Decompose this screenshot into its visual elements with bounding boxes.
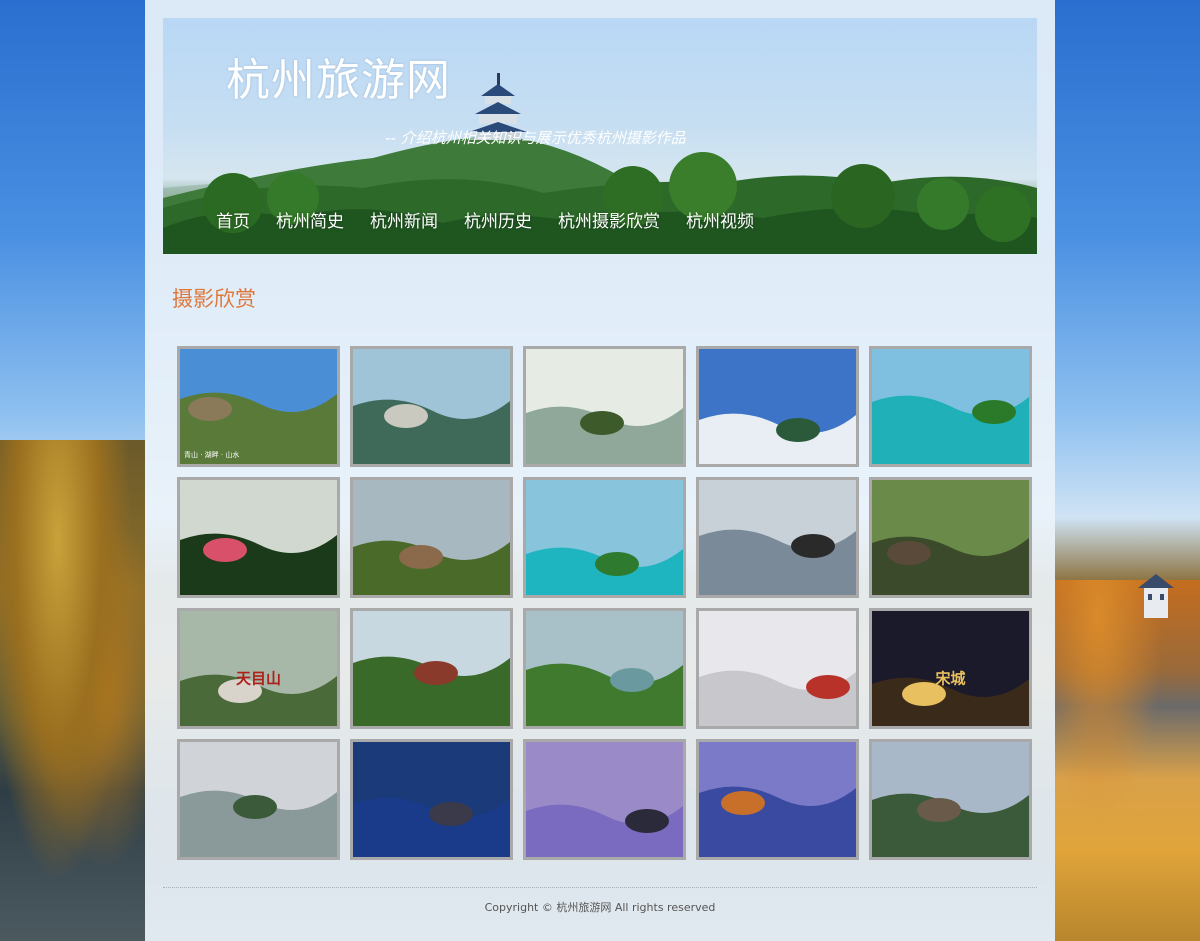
photo-image	[180, 349, 337, 464]
nav-item-history[interactable]: 杭州历史	[451, 207, 545, 232]
photo-thumbnail[interactable]	[523, 739, 686, 860]
footer-divider	[163, 887, 1037, 888]
photo-sign-text: 天目山	[235, 669, 282, 688]
photo-thumbnail[interactable]	[869, 739, 1032, 860]
nav-item-brief-history[interactable]: 杭州简史	[263, 207, 357, 232]
photo-image	[353, 349, 510, 464]
photo-thumbnail[interactable]	[177, 739, 340, 860]
nav-item-home[interactable]: 首页	[203, 207, 263, 232]
photo-image	[699, 349, 856, 464]
photo-thumbnail[interactable]	[523, 608, 686, 729]
photo-thumbnail[interactable]	[869, 477, 1032, 598]
photo-image	[699, 611, 856, 726]
photo-image	[353, 480, 510, 595]
background-left-scenery	[0, 440, 145, 941]
section-title: 摄影欣赏	[172, 287, 256, 311]
photo-sign-text: 宋城	[935, 669, 966, 688]
photo-thumbnail[interactable]	[350, 477, 513, 598]
photo-thumbnail[interactable]	[696, 739, 859, 860]
photo-thumbnail[interactable]	[523, 346, 686, 467]
main-container: 杭州旅游网 -- 介绍杭州相关知识与展示优秀杭州摄影作品 首页 杭州简史 杭州新…	[145, 0, 1055, 941]
footer-copyright: Copyright © 杭州旅游网 All rights reserved	[484, 901, 716, 914]
photo-image	[526, 349, 683, 464]
photo-thumbnail[interactable]	[696, 608, 859, 729]
background-right-scenery	[1055, 580, 1200, 941]
main-nav: 首页 杭州简史 杭州新闻 杭州历史 杭州摄影欣赏 杭州视频	[203, 207, 767, 232]
photo-image	[699, 742, 856, 857]
photo-image	[526, 611, 683, 726]
photo-gallery: 青山 · 湖畔 · 山水天目山 宋城	[177, 346, 1032, 860]
photo-thumbnail[interactable]	[523, 477, 686, 598]
photo-thumbnail[interactable]	[869, 346, 1032, 467]
photo-thumbnail[interactable]: 宋城	[869, 608, 1032, 729]
photo-thumbnail[interactable]	[350, 739, 513, 860]
photo-image	[526, 480, 683, 595]
photo-image	[526, 742, 683, 857]
photo-image	[872, 480, 1029, 595]
photo-image	[180, 480, 337, 595]
photo-thumbnail[interactable]	[696, 477, 859, 598]
photo-image	[180, 742, 337, 857]
photo-thumbnail[interactable]	[350, 346, 513, 467]
header-banner: 杭州旅游网 -- 介绍杭州相关知识与展示优秀杭州摄影作品 首页 杭州简史 杭州新…	[163, 18, 1037, 254]
photo-image	[872, 349, 1029, 464]
photo-image	[872, 742, 1029, 857]
photo-thumbnail[interactable]	[696, 346, 859, 467]
nav-item-news[interactable]: 杭州新闻	[357, 207, 451, 232]
background-pagoda-icon	[1138, 574, 1174, 618]
photo-thumbnail[interactable]	[177, 477, 340, 598]
photo-thumbnail[interactable]: 天目山	[177, 608, 340, 729]
site-title: 杭州旅游网	[226, 55, 451, 106]
photo-image	[699, 480, 856, 595]
photo-image	[353, 611, 510, 726]
photo-thumbnail[interactable]: 青山 · 湖畔 · 山水	[177, 346, 340, 467]
site-tagline: -- 介绍杭州相关知识与展示优秀杭州摄影作品	[385, 129, 686, 147]
nav-item-photography[interactable]: 杭州摄影欣赏	[545, 207, 673, 232]
nav-item-video[interactable]: 杭州视频	[673, 207, 767, 232]
photo-caption: 青山 · 湖畔 · 山水	[184, 451, 240, 459]
photo-thumbnail[interactable]	[350, 608, 513, 729]
photo-image	[353, 742, 510, 857]
